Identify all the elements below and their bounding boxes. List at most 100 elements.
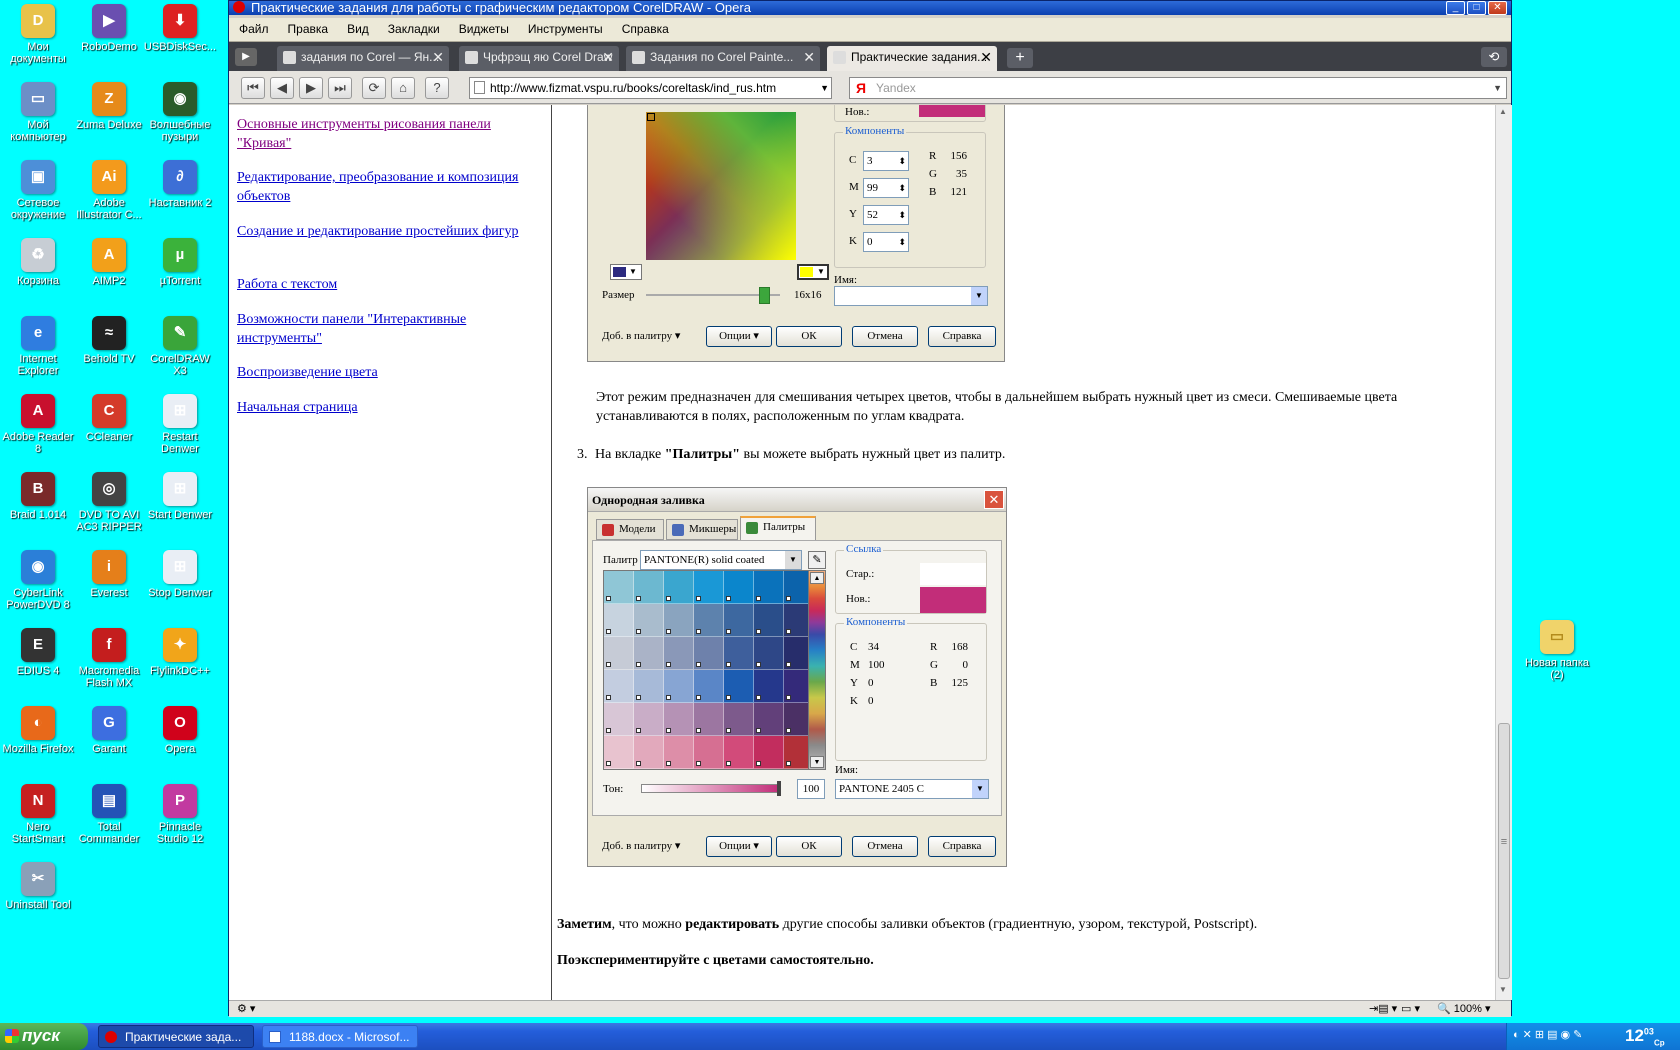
scroll-down-icon[interactable]: ▼ <box>810 756 824 768</box>
desktop-icon[interactable]: ▭ Мой компьютер <box>1 82 75 143</box>
desktop-icon[interactable]: ✂ Uninstall Tool <box>1 862 75 911</box>
settings-icon[interactable]: ⚙ ▾ <box>237 1002 255 1015</box>
tab-close-icon[interactable]: ✕ <box>602 46 614 69</box>
cancel-button[interactable]: Отмена <box>852 326 918 347</box>
tab-close-icon[interactable]: ✕ <box>803 46 815 69</box>
mixer-color-left-dropdown[interactable]: ▼ <box>610 264 642 280</box>
rewind-icon[interactable]: ⏮ <box>241 77 265 99</box>
palette-dropdown-icon[interactable]: ▼ <box>785 551 801 569</box>
image-view-icon[interactable]: ▭ ▾ <box>1401 1002 1420 1015</box>
palette-select[interactable]: PANTONE(R) solid coated ▼ <box>640 550 802 570</box>
palette-swatch[interactable] <box>634 736 664 769</box>
desktop-icon[interactable]: C CCleaner <box>72 394 146 443</box>
component-field[interactable]: 52 ⬍ <box>863 205 909 225</box>
tone-field[interactable]: 100 <box>797 779 825 799</box>
options-button[interactable]: Опции ▾ <box>706 836 772 857</box>
palette-swatch[interactable] <box>604 637 634 670</box>
name-field[interactable]: PANTONE 2405 C ▼ <box>835 779 989 799</box>
add-to-palette-button[interactable]: Доб. в палитру ▾ <box>602 839 680 852</box>
ok-button[interactable]: ОК <box>776 326 842 347</box>
palette-swatch[interactable] <box>724 571 754 604</box>
sidebar-link[interactable]: Работа с текстом <box>237 275 537 294</box>
search-field[interactable]: Я Yandex ▼ <box>849 77 1507 99</box>
help-button[interactable]: Справка <box>928 326 996 347</box>
spinner-icon[interactable]: ⬍ <box>898 233 906 251</box>
menu-item[interactable]: Вид <box>337 18 378 36</box>
palette-swatch[interactable] <box>604 604 634 637</box>
palette-swatch[interactable] <box>754 637 784 670</box>
menu-item[interactable]: Правка <box>278 18 338 36</box>
palette-swatch[interactable] <box>604 670 634 703</box>
palette-swatch[interactable] <box>754 571 784 604</box>
palette-swatch[interactable] <box>724 604 754 637</box>
desktop-icon[interactable]: ◉ CyberLink PowerDVD 8 <box>1 550 75 611</box>
palette-swatch[interactable] <box>634 637 664 670</box>
spinner-icon[interactable]: ⬍ <box>898 206 906 224</box>
component-field[interactable]: 0 ⬍ <box>863 232 909 252</box>
address-field[interactable]: http://www.fizmat.vspu.ru/books/coreltas… <box>469 77 832 99</box>
desktop-icon[interactable]: ⊞ Start Denwer <box>143 472 217 521</box>
palette-swatch[interactable] <box>754 703 784 736</box>
open-palette-icon[interactable]: ✎ <box>808 551 826 569</box>
menu-item[interactable]: Инструменты <box>518 18 612 36</box>
desktop-icon[interactable]: P Pinnacle Studio 12 <box>143 784 217 845</box>
palette-swatch[interactable] <box>754 670 784 703</box>
panel-toggle-icon[interactable]: ▶ <box>235 48 257 66</box>
desktop-icon[interactable]: E EDIUS 4 <box>1 628 75 677</box>
desktop-icon[interactable]: A Adobe Reader 8 <box>1 394 75 455</box>
palette-swatch[interactable] <box>664 604 694 637</box>
dialog-tab[interactable]: Палитры <box>740 516 816 541</box>
scroll-down-icon[interactable]: ▼ <box>1499 985 1507 994</box>
sidebar-link[interactable]: Начальная страница <box>237 398 537 417</box>
task-opera[interactable]: Практические зада... <box>98 1025 254 1048</box>
sidebar-link[interactable]: Создание и редактирование простейших фиг… <box>237 222 537 241</box>
desktop-icon[interactable]: ▶ RoboDemo <box>72 4 146 53</box>
menu-item[interactable]: Закладки <box>378 18 449 36</box>
palette-swatch[interactable] <box>664 571 694 604</box>
name-field[interactable]: ▼ <box>834 286 988 306</box>
palette-swatch[interactable] <box>754 604 784 637</box>
palette-swatch[interactable] <box>664 703 694 736</box>
closed-tabs-icon[interactable]: ⟲ <box>1481 47 1507 67</box>
palette-swatch[interactable] <box>634 604 664 637</box>
mixer-color-right-dropdown[interactable]: ▼ <box>797 264 829 280</box>
palette-swatch[interactable] <box>604 571 634 604</box>
menu-item[interactable]: Файл <box>229 18 278 36</box>
home-icon[interactable]: ⌂ <box>391 77 415 99</box>
desktop-icon[interactable]: A AIMP2 <box>72 238 146 287</box>
palette-swatch[interactable] <box>694 736 724 769</box>
scroll-up-icon[interactable]: ▲ <box>810 572 824 584</box>
scroll-up-icon[interactable]: ▲ <box>1499 107 1507 116</box>
scrollbar-thumb[interactable]: ≡ <box>1498 723 1510 979</box>
desktop-icon[interactable]: ✎ CorelDRAW X3 <box>143 316 217 377</box>
browser-tab[interactable]: задания по Corel — Ян... ✕ <box>277 46 449 71</box>
desktop-icon[interactable]: ♻ Корзина <box>1 238 75 287</box>
menu-item[interactable]: Виджеты <box>449 18 518 36</box>
menu-item[interactable]: Справка <box>612 18 678 36</box>
palette-swatch[interactable] <box>694 703 724 736</box>
desktop-icon[interactable]: ◉ Волшебные пузыри <box>143 82 217 143</box>
palette-swatch[interactable] <box>694 670 724 703</box>
size-slider-thumb[interactable] <box>759 287 770 304</box>
sidebar-link[interactable]: Воспроизведение цвета <box>237 363 537 382</box>
palette-swatch[interactable] <box>724 736 754 769</box>
desktop-icon[interactable]: B Braid 1.014 <box>1 472 75 521</box>
desktop-icon[interactable]: N Nero StartSmart <box>1 784 75 845</box>
address-dropdown-icon[interactable]: ▼ <box>820 78 829 98</box>
dialog-close-button[interactable]: ✕ <box>984 490 1004 509</box>
options-button[interactable]: Опции ▾ <box>706 326 772 347</box>
minimize-button[interactable]: _ <box>1446 1 1465 15</box>
palette-swatch[interactable] <box>634 703 664 736</box>
palette-swatch[interactable] <box>664 670 694 703</box>
palette-swatch[interactable] <box>724 703 754 736</box>
palette-swatch[interactable] <box>604 703 634 736</box>
component-field[interactable]: 99 ⬍ <box>863 178 909 198</box>
sidebar-link[interactable]: Возможности панели "Интерактивные инстру… <box>237 310 537 348</box>
desktop-icon[interactable]: f Macromedia Flash MX <box>72 628 146 689</box>
desktop-icon[interactable]: ⊞ Stop Denwer <box>143 550 217 599</box>
desktop-icon[interactable]: ◎ DVD TO AVI AC3 RIPPER <box>72 472 146 533</box>
palette-strip-scroll[interactable]: ▲ ▼ <box>808 570 826 770</box>
fast-forward-icon[interactable]: ⏭ <box>328 77 352 99</box>
search-dropdown-icon[interactable]: ▼ <box>1493 78 1502 98</box>
back-icon[interactable]: ◀ <box>270 77 294 99</box>
